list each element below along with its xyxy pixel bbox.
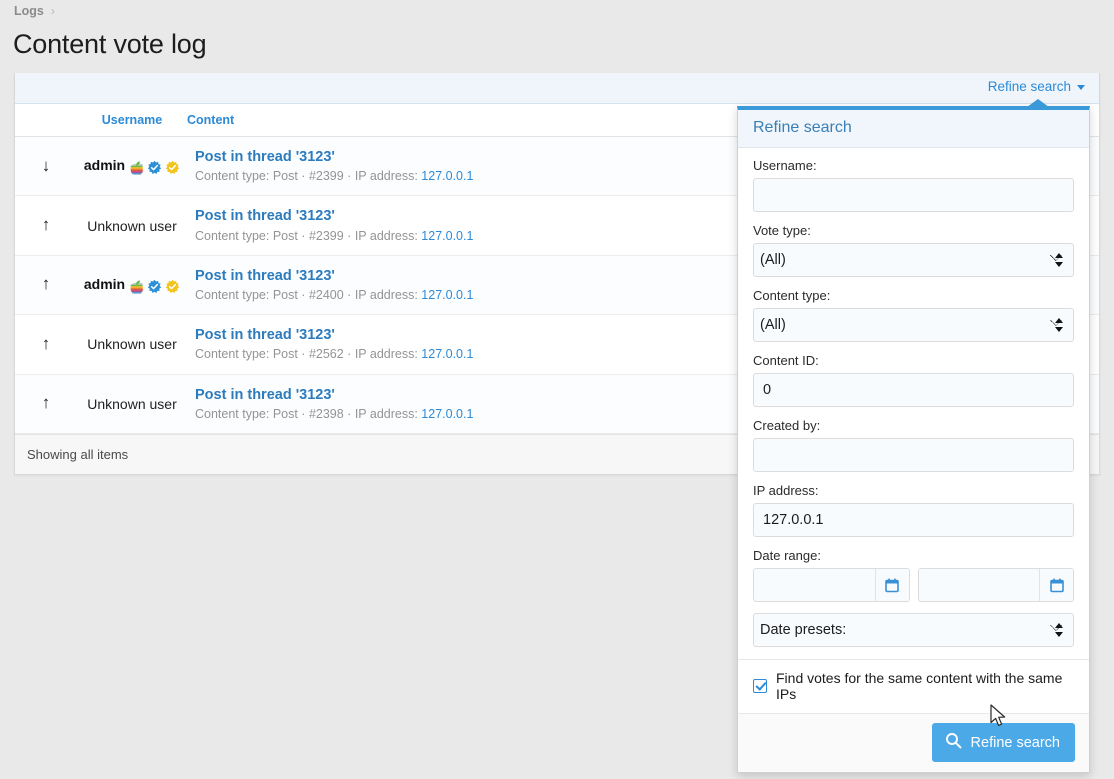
chevron-down-icon [1077, 85, 1085, 90]
label-username: Username: [753, 158, 817, 173]
username-text: Unknown user [87, 217, 177, 234]
vote-cell: ↑ [15, 374, 77, 433]
date-range-row [753, 568, 1074, 602]
arrow-up-icon: ↑ [41, 333, 51, 353]
content-meta-text: Content type: Post · #2562 · IP address: [195, 347, 422, 362]
refine-search-submit-label: Refine search [970, 734, 1060, 751]
label-ip-address: IP address: [753, 483, 819, 498]
refine-search-dropdown-label: Refine search [987, 79, 1071, 94]
field-date-presets: Date presets: [753, 613, 1074, 647]
label-vote-type: Vote type: [753, 223, 811, 238]
arrow-up-icon: ↑ [41, 215, 51, 235]
search-icon [945, 732, 962, 753]
refine-panel-body: Username: Vote type: (All) Content type:… [738, 148, 1089, 659]
label-content-id: Content ID: [753, 353, 819, 368]
panel-pointer-icon [1027, 99, 1049, 107]
username-input[interactable] [753, 178, 1074, 212]
calendar-icon[interactable] [1039, 569, 1073, 601]
arrow-up-icon: ↑ [41, 393, 51, 413]
verified-blue-icon [147, 158, 162, 175]
refine-search-dropdown-toggle[interactable]: Refine search [988, 79, 1085, 94]
content-meta-text: Content type: Post · #2398 · IP address: [195, 406, 422, 421]
column-header-vote[interactable] [15, 104, 77, 137]
content-meta-text: Content type: Post · #2399 · IP address: [195, 228, 422, 243]
ip-address-input[interactable] [753, 503, 1074, 537]
refine-panel-footer: Refine search [738, 713, 1089, 772]
username-cell: admin [77, 137, 187, 196]
field-date-range: Date range: [753, 548, 1074, 602]
username-cell: Unknown user [77, 315, 187, 374]
date-start-input[interactable] [754, 569, 875, 601]
column-header-username[interactable]: Username [77, 104, 187, 137]
page-root: Logs › Content vote log Refine search Us… [0, 0, 1114, 779]
block-toolbar: Refine search [15, 73, 1099, 104]
field-vote-type: Vote type: (All) [753, 223, 1074, 277]
ip-address-link[interactable]: 127.0.0.1 [421, 407, 473, 421]
apple-rainbow-icon [129, 158, 144, 175]
user-badges [129, 158, 180, 175]
username-cell: admin [77, 255, 187, 314]
date-end-box [917, 568, 1074, 602]
field-created-by: Created by: [753, 418, 1074, 472]
username-cell: Unknown user [77, 196, 187, 255]
username-text: Unknown user [87, 395, 177, 412]
refine-search-panel: Refine search Username: Vote type: (All)… [737, 106, 1090, 773]
field-content-type: Content type: (All) [753, 288, 1074, 342]
content-meta-text: Content type: Post · #2399 · IP address: [195, 169, 422, 184]
calendar-icon[interactable] [874, 569, 909, 601]
field-ip-address: IP address: [753, 483, 1074, 537]
verified-blue-icon [147, 277, 162, 294]
username-cell: Unknown user [77, 374, 187, 433]
vote-type-select[interactable]: (All) [753, 243, 1074, 277]
date-start-box [753, 568, 910, 602]
same-ips-checkbox-label: Find votes for the same content with the… [776, 670, 1063, 702]
field-username: Username: [753, 158, 1074, 212]
verified-gold-icon [165, 277, 180, 294]
content-type-select-wrapper: (All) [753, 308, 1074, 342]
vote-cell: ↑ [15, 196, 77, 255]
breadcrumb-separator-icon: › [50, 4, 55, 18]
label-content-type: Content type: [753, 288, 831, 303]
date-end-input[interactable] [918, 569, 1039, 601]
username-text: Unknown user [87, 336, 177, 353]
username-link[interactable]: admin [84, 157, 125, 173]
username-link[interactable]: admin [84, 276, 125, 292]
breadcrumb: Logs › [14, 4, 55, 18]
ip-address-link[interactable]: 127.0.0.1 [421, 288, 473, 302]
arrow-down-icon: ↓ [41, 155, 51, 175]
content-meta-text: Content type: Post · #2400 · IP address: [195, 287, 422, 302]
date-presets-select[interactable]: Date presets: [753, 613, 1074, 647]
page-title: Content vote log [13, 29, 207, 59]
user-badges [129, 277, 180, 294]
arrow-up-icon: ↑ [41, 274, 51, 294]
vote-type-select-wrapper: (All) [753, 243, 1074, 277]
vote-cell: ↑ [15, 255, 77, 314]
breadcrumb-item-logs[interactable]: Logs [14, 4, 44, 18]
refine-search-submit-button[interactable]: Refine search [931, 723, 1075, 762]
label-date-range: Date range: [753, 548, 821, 563]
refine-panel-heading: Refine search [738, 110, 1089, 148]
ip-address-link[interactable]: 127.0.0.1 [421, 347, 473, 361]
created-by-input[interactable] [753, 438, 1074, 472]
field-content-id: Content ID: [753, 353, 1074, 407]
ip-address-link[interactable]: 127.0.0.1 [421, 169, 473, 183]
verified-gold-icon [165, 158, 180, 175]
vote-cell: ↓ [15, 137, 77, 196]
date-presets-select-wrapper: Date presets: [753, 613, 1074, 647]
apple-rainbow-icon [129, 277, 144, 294]
same-ips-checkbox[interactable] [753, 679, 767, 693]
content-id-input[interactable] [753, 373, 1074, 407]
vote-cell: ↑ [15, 315, 77, 374]
label-created-by: Created by: [753, 418, 821, 433]
content-type-select[interactable]: (All) [753, 308, 1074, 342]
same-ips-checkbox-row[interactable]: Find votes for the same content with the… [738, 659, 1089, 713]
ip-address-link[interactable]: 127.0.0.1 [421, 229, 473, 243]
